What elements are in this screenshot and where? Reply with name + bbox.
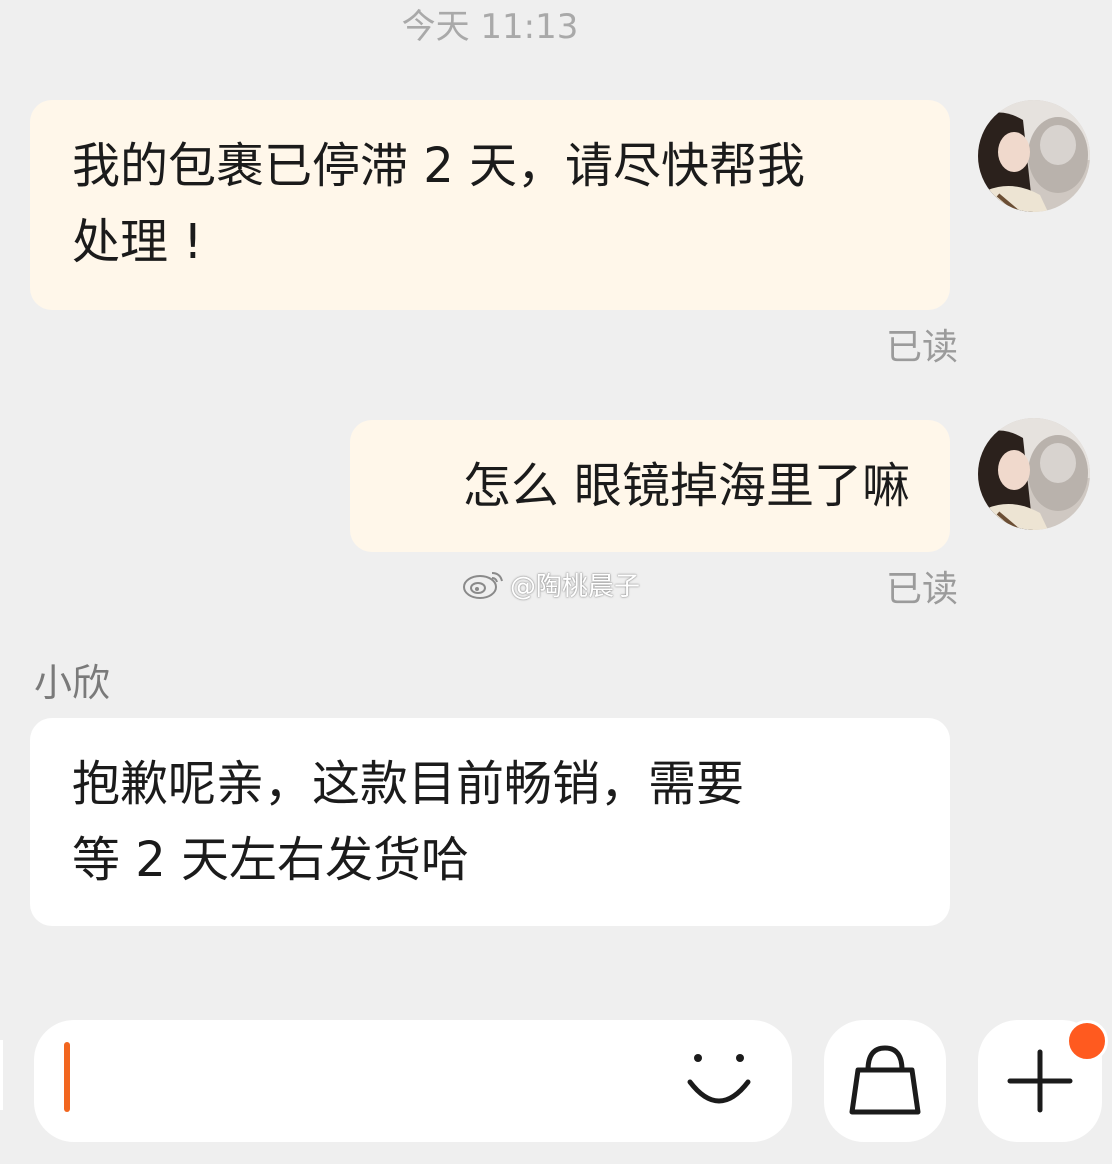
avatar-image <box>978 418 1090 530</box>
message-text: 怎么 眼镜掉海里了嘛 <box>462 458 910 514</box>
message-bubble-self[interactable]: 我的包裹已停滞 2 天，请尽快帮我 处理 ! <box>30 100 950 310</box>
shopping-bag-icon <box>849 1045 921 1115</box>
message-text-line: 我的包裹已停滞 2 天，请尽快帮我 <box>72 138 806 194</box>
message-bubble-other[interactable]: 抱歉呢亲，这款目前畅销，需要 等 2 天左右发货哈 <box>30 718 950 926</box>
message-input[interactable] <box>34 1020 792 1142</box>
smiley-icon[interactable] <box>686 1048 752 1114</box>
read-receipt: 已读 <box>885 327 958 368</box>
text-caret <box>64 1042 70 1112</box>
sender-name: 小欣 <box>34 661 111 705</box>
user-avatar[interactable] <box>978 100 1090 212</box>
message-text-line: 抱歉呢亲，这款目前畅销，需要 <box>72 756 745 812</box>
message-bubble-self[interactable]: 怎么 眼镜掉海里了嘛 <box>350 420 950 552</box>
avatar-image <box>978 100 1090 212</box>
weibo-watermark: @陶桃晨子 <box>462 566 640 602</box>
shop-button[interactable] <box>824 1020 946 1142</box>
weibo-icon <box>463 572 503 599</box>
message-text-line: 等 2 天左右发货哈 <box>72 832 470 888</box>
watermark-text: @陶桃晨子 <box>510 571 641 602</box>
notification-dot <box>1066 1020 1108 1062</box>
chat-timestamp: 今天 11:13 <box>401 7 579 47</box>
user-avatar[interactable] <box>978 418 1090 530</box>
message-text-line: 处理 ! <box>72 214 203 270</box>
read-receipt: 已读 <box>885 569 958 610</box>
edge-indicator <box>0 1040 3 1110</box>
